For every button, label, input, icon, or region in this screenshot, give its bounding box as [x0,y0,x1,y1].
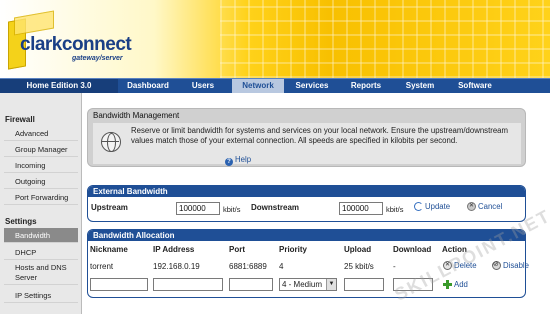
management-title: Bandwidth Management [93,111,180,120]
sidebar-item-group-manager[interactable]: Group Manager [4,142,78,157]
upstream-unit: kbit/s [223,205,241,214]
add-label: Add [454,280,468,289]
globe-icon [101,132,121,152]
nav-software[interactable]: Software [452,79,498,93]
management-body: Reserve or limit bandwidth for systems a… [93,123,521,166]
nav-users[interactable]: Users [184,79,222,93]
nickname-input[interactable] [90,278,148,291]
cell-download: - [393,262,396,271]
cell-upload: 25 kbit/s [344,262,374,271]
upload-input[interactable] [344,278,384,291]
column-header-ip-address: IP Address [153,245,195,254]
edition-label: Home Edition 3.0 [0,79,118,93]
column-header-port: Port [229,245,245,254]
banner-pattern [220,0,550,78]
nav-network[interactable]: Network [232,79,284,93]
upstream-input[interactable] [176,202,220,215]
sidebar-item-dhcp[interactable]: DHCP [4,245,78,260]
ip-address-input[interactable] [153,278,223,291]
downstream-input[interactable] [339,202,383,215]
bandwidth-allocation-title: Bandwidth Allocation [88,230,525,241]
sidebar-item-outgoing[interactable]: Outgoing [4,174,78,189]
cancel-button[interactable]: Cancel [467,202,502,211]
downstream-label: Downstream [251,203,300,212]
sidebar-item-bandwidth[interactable]: Bandwidth [4,228,78,243]
update-label: Update [425,202,451,211]
external-bandwidth-panel: External Bandwidth [87,185,526,222]
chevron-down-icon: ▼ [326,279,336,290]
update-button[interactable]: Update [414,202,450,211]
cancel-label: Cancel [478,202,503,211]
column-header-nickname: Nickname [90,245,128,254]
sidebar-item-advanced[interactable]: Advanced [4,126,78,141]
port-input[interactable] [229,278,273,291]
upstream-label: Upstream [91,203,128,212]
external-bandwidth-title: External Bandwidth [88,186,525,197]
column-header-priority: Priority [279,245,308,254]
brand-tagline: gateway/server [72,55,123,62]
management-panel: Bandwidth Management Reserve or limit ba… [87,108,526,167]
downstream-unit: kbit/s [386,205,404,214]
disable-icon [492,260,501,270]
header-banner: clarkconnect gateway/server [0,0,550,78]
help-link[interactable]: ? Help [225,155,251,166]
sidebar-heading-settings: Settings [5,217,37,226]
column-header-upload: Upload [344,245,372,254]
sidebar-item-ip-settings[interactable]: IP Settings [4,288,78,303]
nav-services[interactable]: Services [290,79,334,93]
refresh-icon [414,202,423,211]
priority-select[interactable]: 4 - Medium ▼ [279,278,337,291]
help-label: Help [235,155,252,164]
disable-label: Disable [503,261,530,270]
cell-port: 6881:6889 [229,262,267,271]
management-description: Reserve or limit bandwidth for systems a… [131,126,509,145]
sidebar-heading-firewall: Firewall [5,115,35,124]
cancel-icon [467,202,476,211]
sidebar-item-incoming[interactable]: Incoming [4,158,78,173]
cell-ip-address: 192.168.0.19 [153,262,200,271]
cell-priority: 4 [279,262,284,271]
sidebar-item-hosts-dns[interactable]: Hosts and DNS Server [4,261,78,285]
help-icon: ? [225,158,233,166]
nav-system[interactable]: System [400,79,440,93]
disable-button[interactable]: Disable [492,260,530,270]
brand-name: clarkconnect [20,34,132,55]
column-header-download: Download [393,245,432,254]
nav-reports[interactable]: Reports [345,79,387,93]
logo-mark-top [14,10,54,36]
sidebar-item-port-forwarding[interactable]: Port Forwarding [4,190,78,205]
sidebar: Firewall Advanced Group Manager Incoming… [0,93,82,314]
top-nav: Home Edition 3.0 Dashboard Users Network… [0,78,550,93]
nav-dashboard[interactable]: Dashboard [122,79,174,93]
cell-nickname: torrent [90,262,114,271]
priority-selected-value: 4 - Medium [282,280,323,289]
